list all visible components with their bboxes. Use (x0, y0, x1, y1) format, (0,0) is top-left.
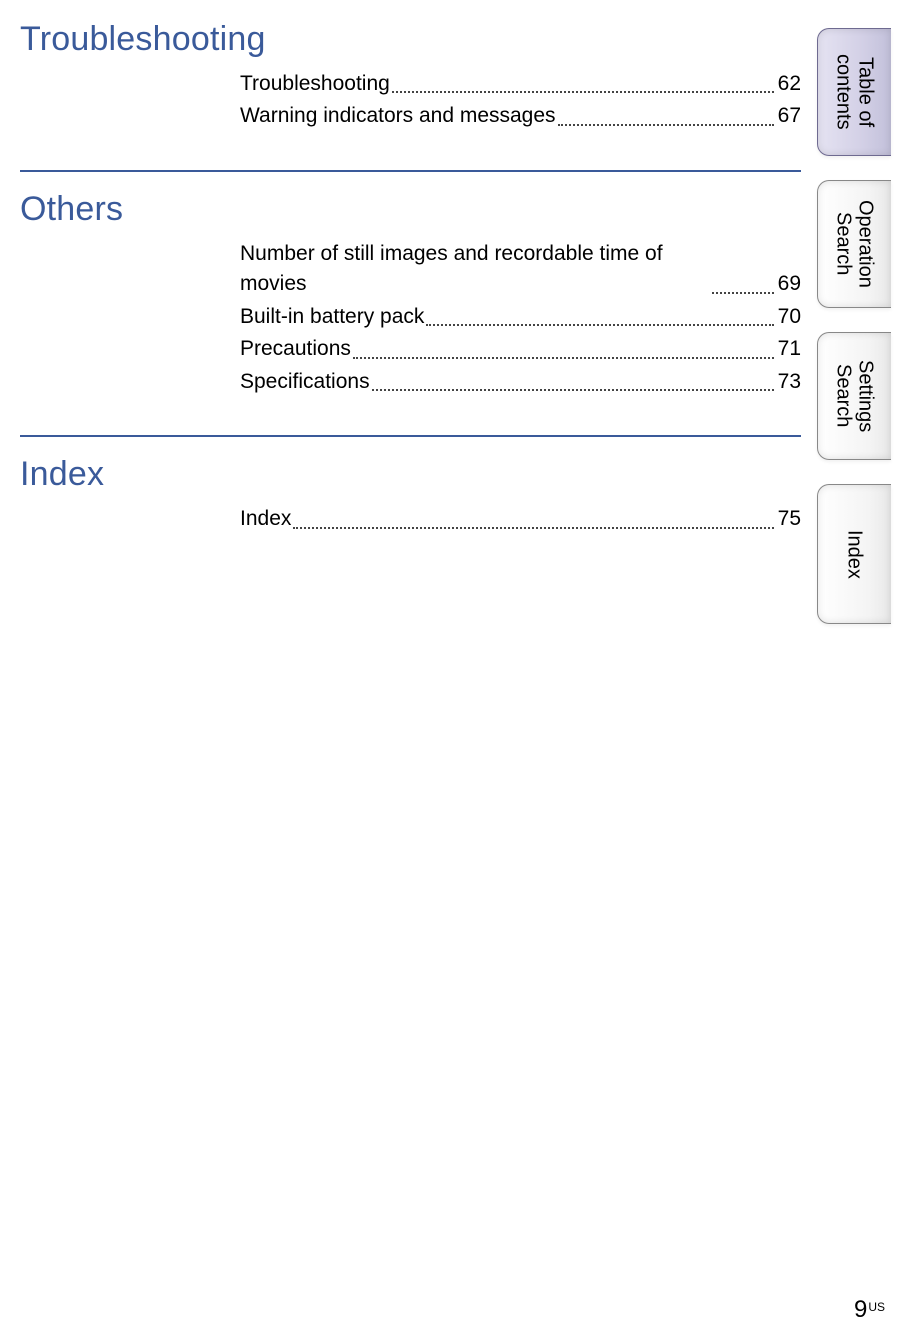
toc-row[interactable]: Warning indicators and messages 67 (240, 101, 801, 131)
section-index: Index Index 75 (20, 455, 801, 534)
section-others: Others Number of still images and record… (20, 190, 801, 397)
toc-list: Index 75 (240, 504, 801, 534)
toc-leader (392, 91, 774, 93)
section-heading: Index (20, 455, 801, 494)
toc-list: Number of still images and recordable ti… (240, 239, 801, 397)
toc-label: Warning indicators and messages (240, 101, 556, 131)
page: Troubleshooting Troubleshooting 62 Warni… (0, 0, 911, 1342)
toc-leader (293, 527, 773, 529)
section-heading: Others (20, 190, 801, 229)
tab-index[interactable]: Index (817, 484, 891, 624)
toc-label: Built-in battery pack (240, 302, 424, 332)
toc-page: 69 (776, 269, 801, 299)
tab-operation-search[interactable]: Operation Search (817, 180, 891, 308)
toc-page: 71 (776, 334, 801, 364)
toc-page: 70 (776, 302, 801, 332)
toc-label: Specifications (240, 367, 370, 397)
side-tabs: Table of contents Operation Search Setti… (817, 28, 891, 624)
toc-row[interactable]: Number of still images and recordable ti… (240, 239, 801, 300)
tab-table-of-contents[interactable]: Table of contents (817, 28, 891, 156)
section-divider (20, 435, 801, 437)
toc-leader (426, 324, 773, 326)
toc-leader (353, 357, 774, 359)
toc-row[interactable]: Precautions 71 (240, 334, 801, 364)
toc-page: 62 (776, 69, 801, 99)
toc-page: 73 (776, 367, 801, 397)
tab-settings-search[interactable]: Settings Search (817, 332, 891, 460)
toc-row[interactable]: Specifications 73 (240, 367, 801, 397)
toc-row[interactable]: Index 75 (240, 504, 801, 534)
toc-leader (558, 124, 774, 126)
toc-label: Troubleshooting (240, 69, 390, 99)
toc-page: 75 (776, 504, 801, 534)
section-heading: Troubleshooting (20, 20, 801, 59)
tab-label: Table of contents (833, 54, 877, 130)
tab-label: Index (844, 530, 866, 579)
page-number-region: US (868, 1300, 885, 1314)
toc-list: Troubleshooting 62 Warning indicators an… (240, 69, 801, 132)
page-number: 9US (854, 1296, 885, 1324)
tab-label: Operation Search (833, 200, 877, 288)
toc-leader (372, 389, 774, 391)
toc-row[interactable]: Built-in battery pack 70 (240, 302, 801, 332)
toc-page: 67 (776, 101, 801, 131)
tab-label: Settings Search (833, 360, 877, 432)
section-troubleshooting: Troubleshooting Troubleshooting 62 Warni… (20, 20, 801, 132)
toc-label: Precautions (240, 334, 351, 364)
section-divider (20, 170, 801, 172)
toc-row[interactable]: Troubleshooting 62 (240, 69, 801, 99)
toc-leader (712, 292, 774, 294)
toc-label: Number of still images and recordable ti… (240, 239, 710, 300)
page-number-value: 9 (854, 1296, 867, 1323)
toc-label: Index (240, 504, 291, 534)
